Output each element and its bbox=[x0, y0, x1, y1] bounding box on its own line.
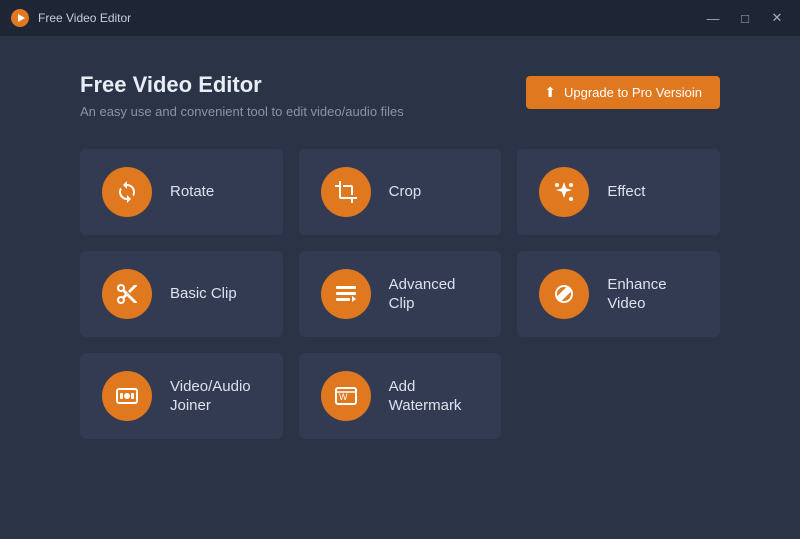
watermark-icon: W bbox=[334, 384, 358, 408]
title-bar: Free Video Editor — □ ✕ bbox=[0, 0, 800, 36]
tool-card-basic-clip[interactable]: Basic Clip bbox=[80, 251, 283, 337]
tool-card-effect[interactable]: Effect bbox=[517, 149, 720, 235]
tool-card-add-watermark[interactable]: W Add Watermark bbox=[299, 353, 502, 439]
crop-icon bbox=[334, 180, 358, 204]
effect-icon-wrap bbox=[539, 167, 589, 217]
joiner-icon bbox=[115, 384, 139, 408]
advanced-clip-icon-wrap bbox=[321, 269, 371, 319]
basic-clip-label: Basic Clip bbox=[170, 284, 237, 304]
rotate-label: Rotate bbox=[170, 182, 214, 202]
page-title: Free Video Editor bbox=[80, 72, 404, 98]
page-header: Free Video Editor An easy use and conven… bbox=[80, 72, 720, 119]
main-content: Free Video Editor An easy use and conven… bbox=[0, 36, 800, 469]
scissors-icon bbox=[115, 282, 139, 306]
upgrade-button[interactable]: ⬆ Upgrade to Pro Versioin bbox=[526, 76, 720, 109]
minimize-button[interactable]: — bbox=[700, 8, 726, 28]
header-text: Free Video Editor An easy use and conven… bbox=[80, 72, 404, 119]
tool-card-advanced-clip[interactable]: Advanced Clip bbox=[299, 251, 502, 337]
title-bar-title: Free Video Editor bbox=[38, 11, 131, 25]
watermark-icon-wrap: W bbox=[321, 371, 371, 421]
crop-label: Crop bbox=[389, 182, 422, 202]
upgrade-label: Upgrade to Pro Versioin bbox=[564, 85, 702, 100]
video-audio-joiner-label: Video/Audio Joiner bbox=[170, 377, 251, 416]
enhance-icon bbox=[552, 282, 576, 306]
enhance-video-label: Enhance Video bbox=[607, 275, 666, 314]
tool-card-enhance-video[interactable]: Enhance Video bbox=[517, 251, 720, 337]
app-logo-icon bbox=[10, 8, 30, 28]
enhance-video-icon-wrap bbox=[539, 269, 589, 319]
add-watermark-label: Add Watermark bbox=[389, 377, 462, 416]
page-subtitle: An easy use and convenient tool to edit … bbox=[80, 104, 404, 119]
svg-text:W: W bbox=[339, 392, 348, 402]
tool-card-rotate[interactable]: Rotate bbox=[80, 149, 283, 235]
tools-grid: Rotate Crop Effect bbox=[80, 149, 720, 439]
effect-icon bbox=[552, 180, 576, 204]
rotate-icon-wrap bbox=[102, 167, 152, 217]
basic-clip-icon-wrap bbox=[102, 269, 152, 319]
advanced-clip-icon bbox=[334, 282, 358, 306]
maximize-button[interactable]: □ bbox=[732, 8, 758, 28]
advanced-clip-label: Advanced Clip bbox=[389, 275, 480, 314]
tool-card-video-audio-joiner[interactable]: Video/Audio Joiner bbox=[80, 353, 283, 439]
title-bar-controls: — □ ✕ bbox=[700, 8, 790, 28]
effect-label: Effect bbox=[607, 182, 645, 202]
crop-icon-wrap bbox=[321, 167, 371, 217]
close-button[interactable]: ✕ bbox=[764, 8, 790, 28]
joiner-icon-wrap bbox=[102, 371, 152, 421]
tool-card-crop[interactable]: Crop bbox=[299, 149, 502, 235]
upgrade-icon: ⬆ bbox=[544, 84, 556, 101]
title-bar-left: Free Video Editor bbox=[10, 8, 131, 28]
rotate-icon bbox=[115, 180, 139, 204]
